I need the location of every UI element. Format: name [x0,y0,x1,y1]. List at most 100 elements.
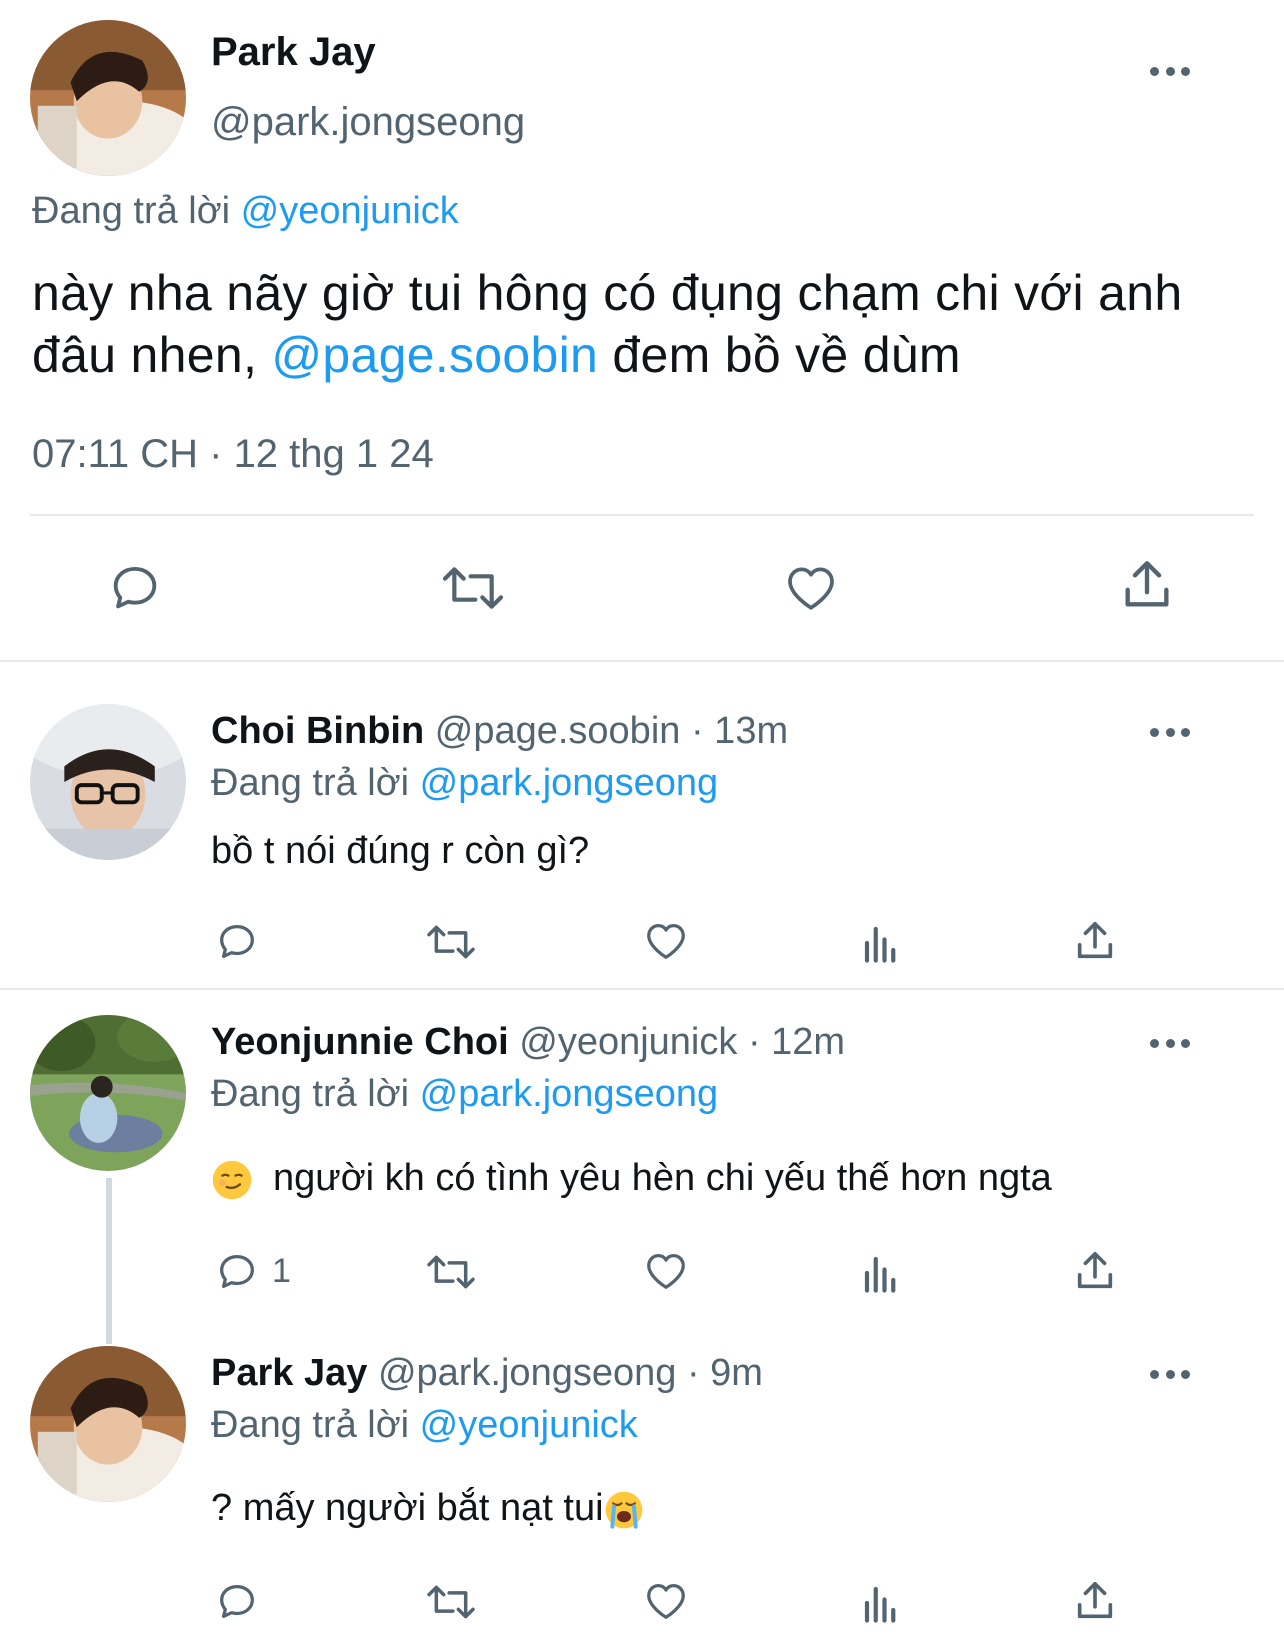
user-avatar-icon [30,1346,186,1502]
like-button[interactable] [642,1578,690,1624]
author-handle[interactable]: @yeonjunick [519,1021,737,1063]
retweet-icon [427,1255,475,1289]
heart-icon [647,1254,685,1289]
tweet-text-part2: đem bồ về dùm [598,327,961,383]
reply-header: Yeonjunnie Choi @yeonjunick · 12m [211,1021,845,1064]
dot-icon [1181,1369,1190,1379]
dot-icon [1150,66,1159,76]
share-icon [1077,1251,1113,1289]
avatar[interactable] [30,1015,186,1171]
views-button[interactable] [860,1582,902,1624]
replying-to-mention[interactable]: @park.jongseong [420,1073,718,1115]
replying-to-mention[interactable]: @park.jongseong [420,762,718,804]
dot-icon [1150,1038,1159,1048]
retweet-button[interactable] [424,1580,478,1624]
author-handle[interactable]: @park.jongseong [211,100,525,145]
dot-icon [1165,727,1175,737]
share-button[interactable] [1072,1578,1118,1624]
reply-text-line: người kh có tình yêu hèn chi yếu thế hơn… [211,1157,1052,1201]
author-name[interactable]: Park Jay [211,1352,367,1394]
author-name[interactable]: Yeonjunnie Choi [211,1021,509,1063]
avatar[interactable] [30,704,186,860]
reply-time[interactable]: · 9m [687,1352,763,1394]
like-button[interactable] [642,918,690,964]
replying-to-line: Đang trả lời @yeonjunick [211,1404,638,1447]
reply-header: Park Jay @park.jongseong · 9m [211,1352,763,1395]
author-name[interactable]: Park Jay [211,30,376,75]
thread-connector [106,1178,112,1344]
retweet-button[interactable] [440,560,506,616]
reply-text: bồ t nói đúng r còn gì? [211,830,590,872]
user-avatar-icon [30,704,186,860]
reply-icon [220,924,254,958]
replying-prefix: Đang trả lời [211,1404,410,1446]
dot-icon [1181,727,1190,737]
reply-button[interactable] [106,558,164,616]
analytics-icon [864,1586,896,1623]
retweet-button[interactable] [424,1250,478,1294]
views-button[interactable] [860,1252,902,1294]
loudly-crying-face-icon [605,1491,642,1529]
more-options-button[interactable] [1150,1364,1190,1384]
tweet-timestamp[interactable]: 07:11 CH · 12 thg 1 24 [32,432,434,477]
reply-button[interactable] [214,918,260,964]
divider [0,660,1284,662]
author-name[interactable]: Choi Binbin [211,710,424,752]
replying-to-line: Đang trả lời @yeonjunick [32,190,459,233]
heart-icon [788,567,834,610]
replying-prefix: Đang trả lời [32,190,231,232]
analytics-icon [864,1256,896,1293]
replying-to-mention[interactable]: @yeonjunick [420,1404,638,1446]
share-button[interactable] [1072,1248,1118,1294]
retweet-icon [442,567,504,609]
reply-time[interactable]: · 12m [748,1021,845,1063]
reply-count: 1 [272,1251,291,1290]
dot-icon [1150,1369,1159,1379]
dot-icon [1165,1038,1175,1048]
analytics-icon [864,926,896,963]
retweet-icon [427,1585,475,1619]
dot-icon [1165,66,1175,76]
reply-header: Choi Binbin @page.soobin · 13m [211,710,788,753]
reply-button[interactable]: 1 [214,1248,291,1294]
replying-to-line: Đang trả lời @park.jongseong [211,1073,718,1116]
reply-time[interactable]: · 13m [691,710,788,752]
avatar[interactable] [30,20,186,176]
heart-icon [647,1584,685,1619]
replying-to-line: Đang trả lời @park.jongseong [211,762,718,805]
dot-icon [1165,1369,1175,1379]
share-button[interactable] [1118,556,1176,614]
replying-prefix: Đang trả lời [211,762,410,804]
share-button[interactable] [1072,918,1118,964]
smirking-face-icon [212,1160,252,1200]
share-icon [1077,1581,1113,1619]
user-avatar-icon [30,20,186,176]
retweet-button[interactable] [424,920,478,964]
replying-to-mention[interactable]: @yeonjunick [241,190,459,232]
reply-icon [220,1254,254,1288]
reply-button[interactable] [214,1578,260,1624]
like-button[interactable] [642,1248,690,1294]
more-options-button[interactable] [1150,61,1190,81]
share-icon [1077,921,1113,959]
dot-icon [1181,66,1190,76]
author-handle[interactable]: @park.jongseong [378,1352,676,1394]
share-icon [1125,561,1169,607]
reply-text: người kh có tình yêu hèn chi yếu thế hơn… [273,1157,1052,1199]
dot-icon [1150,727,1159,737]
views-button[interactable] [860,922,902,964]
divider [0,988,1284,990]
reply-icon [113,566,157,609]
replying-prefix: Đang trả lời [211,1073,410,1115]
reply-text-line: ? mấy người bắt nạt tui [211,1487,644,1530]
author-handle[interactable]: @page.soobin [435,710,681,752]
retweet-icon [427,925,475,959]
more-options-button[interactable] [1150,722,1190,742]
tweet-mention[interactable]: @page.soobin [271,327,598,383]
more-options-button[interactable] [1150,1033,1190,1053]
divider [30,514,1254,516]
like-button[interactable] [782,560,840,616]
user-avatar-icon [30,1015,186,1171]
avatar[interactable] [30,1346,186,1502]
heart-icon [647,924,685,959]
